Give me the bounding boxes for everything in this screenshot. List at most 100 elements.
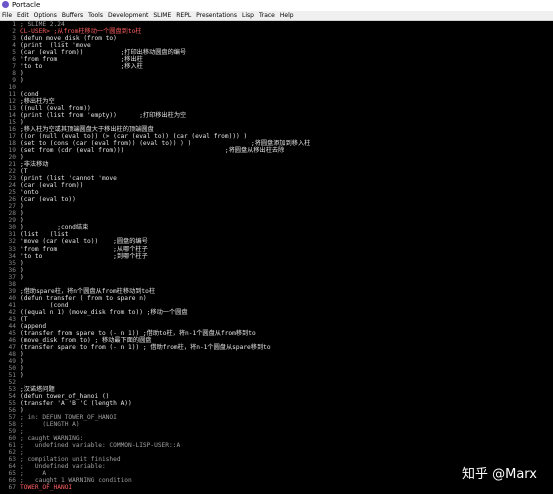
code-line[interactable]: 54 (defun tower_of_hanoi (): [0, 393, 310, 400]
line-number: 43: [8, 315, 16, 323]
menu-item-file[interactable]: File: [2, 11, 12, 20]
code-line[interactable]: 23 (print (list 'cannot 'move: [0, 175, 310, 182]
code-line[interactable]: 22 (T: [0, 168, 310, 175]
code-line[interactable]: 67 TOWER_OF_HANOI: [0, 484, 310, 491]
code-line[interactable]: 44 (append: [0, 323, 310, 330]
code-line[interactable]: 4 (print (list 'move: [0, 42, 310, 49]
code-line[interactable]: 50): [0, 365, 310, 372]
code-line[interactable]: 46 (move_disk from to) ; 移动最下面的圆盘: [0, 337, 310, 344]
line-text: ; compilation unit finished: [20, 455, 121, 463]
line-number: 20: [8, 154, 16, 162]
line-text: (set from (cdr (eval from))) ;将圆盘从移出柱去除: [20, 147, 285, 155]
menu-item-lisp[interactable]: Lisp: [242, 11, 254, 20]
code-line[interactable]: 59;: [0, 428, 310, 435]
menu-item-help[interactable]: Help: [280, 11, 294, 20]
line-number: 53: [8, 385, 16, 393]
line-text: 'onto: [20, 189, 39, 197]
menu-item-tools[interactable]: Tools: [88, 11, 103, 20]
code-line[interactable]: 64 ; Undefined variable:: [0, 463, 310, 470]
code-line[interactable]: 66 ; caught 1 WARNING condition: [0, 477, 310, 484]
code-line[interactable]: 61 ; undefined variable: COMMON-LISP-USER…: [0, 442, 310, 449]
line-text: (transfer 'A 'B 'C (length A)): [20, 399, 132, 407]
code-line[interactable]: 35): [0, 260, 310, 267]
code-buffer[interactable]: 1 ; SLIME 2.24 2 CL-USER> ;从from柱移动一个圆盘到to柱…: [0, 21, 311, 491]
code-line[interactable]: 3 (defun move_disk (from to): [0, 35, 310, 42]
code-line[interactable]: 10: [0, 84, 310, 91]
menu-item-options[interactable]: Options: [34, 11, 57, 20]
code-line[interactable]: 57 ; in: DEFUN TOWER_OF_HANOI: [0, 414, 310, 421]
code-line[interactable]: 47 (transfer spare to from (- n 1)) ; 借助f…: [0, 344, 310, 351]
line-text: (defun transfer ( from to spare n): [20, 294, 147, 302]
code-line[interactable]: 65 ; A: [0, 470, 310, 477]
line-text: (car (eval from)) ;打印出移动圆盘的编号: [20, 49, 187, 57]
code-line[interactable]: 26 (car (eval to)): [0, 196, 310, 203]
code-line[interactable]: 45 (transfer from spare to (- n 1)) ;借助to…: [0, 330, 310, 337]
line-number: 56: [8, 406, 16, 414]
menu-item-repl[interactable]: REPL: [176, 11, 191, 20]
line-text: ) ;cond结束: [20, 224, 89, 232]
code-line[interactable]: 62;: [0, 449, 310, 456]
menu-item-development[interactable]: Development: [108, 11, 148, 20]
code-line[interactable]: 33 'from from ;从哪个柱子: [0, 246, 310, 253]
code-line[interactable]: 27): [0, 203, 310, 210]
code-line[interactable]: 51): [0, 372, 310, 379]
code-line[interactable]: 7 'to to ;移入柱: [0, 63, 310, 70]
code-line[interactable]: 2 CL-USER> ;从from柱移动一个圆盘到to柱: [0, 28, 310, 35]
slime-repl-editor[interactable]: 1 ; SLIME 2.24 2 CL-USER> ;从from柱移动一个圆盘到to柱…: [0, 21, 553, 494]
code-line[interactable]: 63 ; compilation unit finished: [0, 456, 310, 463]
line-text: 'from from ;从哪个柱子: [20, 245, 148, 253]
code-line[interactable]: 25 'onto: [0, 189, 310, 196]
code-line[interactable]: 49): [0, 358, 310, 365]
code-line[interactable]: 60 ; caught WARNING:: [0, 435, 310, 442]
code-line[interactable]: 36): [0, 267, 310, 274]
line-text: (defun move_disk (from to): [20, 35, 117, 43]
menu-item-buffers[interactable]: Buffers: [62, 11, 83, 20]
line-text: ): [20, 364, 24, 372]
code-line[interactable]: 12 ;移出柱为空: [0, 98, 310, 105]
code-line[interactable]: 58 ; (LENGTH A): [0, 421, 310, 428]
menu-item-presentations[interactable]: Presentations: [196, 11, 237, 20]
code-line[interactable]: 40 (defun transfer ( from to spare n): [0, 295, 310, 302]
code-line[interactable]: 55 (transfer 'A 'B 'C (length A)): [0, 400, 310, 407]
line-number: 12: [8, 98, 16, 106]
line-number: 64: [8, 462, 16, 470]
code-line[interactable]: 9): [0, 77, 310, 84]
line-number: 17: [8, 133, 16, 141]
line-text: CL-USER> ;从from柱移动一个圆盘到to柱: [20, 28, 142, 36]
line-number: 60: [8, 434, 16, 442]
code-line[interactable]: 24 (car (eval from)): [0, 182, 310, 189]
code-line[interactable]: 28): [0, 210, 310, 217]
code-line[interactable]: 21 ;非法移动: [0, 161, 310, 168]
menu-item-trace[interactable]: Trace: [259, 11, 275, 20]
code-line[interactable]: 37): [0, 274, 310, 281]
code-line[interactable]: 19 (set from (cdr (eval from))) ;将圆盘从移出柱去…: [0, 147, 310, 154]
code-line[interactable]: 14 (print (list from 'empty)) ;打印移出柱为空: [0, 112, 310, 119]
line-text: ;: [20, 427, 24, 435]
code-line[interactable]: 53 ;汉诺塔问题: [0, 386, 310, 393]
code-line[interactable]: 43 (T: [0, 316, 310, 323]
code-line[interactable]: 38: [0, 281, 310, 288]
line-number: 8: [12, 70, 16, 78]
code-line[interactable]: 52: [0, 379, 310, 386]
line-number: 44: [8, 322, 16, 330]
code-line[interactable]: 39 ;借助spare柱，将n个圆盘从from柱移动到to柱: [0, 288, 310, 295]
code-line[interactable]: 30) ;cond结束: [0, 224, 310, 231]
line-number: 19: [8, 147, 16, 155]
code-line[interactable]: 48): [0, 351, 310, 358]
menu-item-slime[interactable]: SLIME: [153, 11, 171, 20]
line-text: ;移入柱为空或其顶端圆盘大于移出柱的顶端圆盘: [20, 126, 154, 134]
menu-bar: File Edit Options Buffers Tools Development SL…: [0, 11, 553, 21]
line-text: (print (list from 'empty)) ;打印移出柱为空: [20, 112, 187, 120]
code-line[interactable]: 34 'to to ;到哪个柱子: [0, 253, 310, 260]
watermark: 知乎 @Marx: [461, 467, 537, 482]
line-text: ): [20, 259, 24, 267]
code-line[interactable]: 16 ;移入柱为空或其顶端圆盘大于移出柱的顶端圆盘: [0, 126, 310, 133]
menu-item-edit[interactable]: Edit: [17, 11, 29, 20]
line-text: ; undefined variable: COMMON-LISP-USER::…: [20, 441, 181, 449]
code-line[interactable]: 41 (cond: [0, 302, 310, 309]
code-line[interactable]: 42 ((equal n 1) (move_disk from to)) ;移动一…: [0, 309, 310, 316]
code-line[interactable]: 8): [0, 70, 310, 77]
code-line[interactable]: 1 ; SLIME 2.24: [0, 21, 310, 28]
code-line[interactable]: 32 'move (car (eval to)) ;圆盘的编号: [0, 238, 310, 245]
code-line[interactable]: 56): [0, 407, 310, 414]
